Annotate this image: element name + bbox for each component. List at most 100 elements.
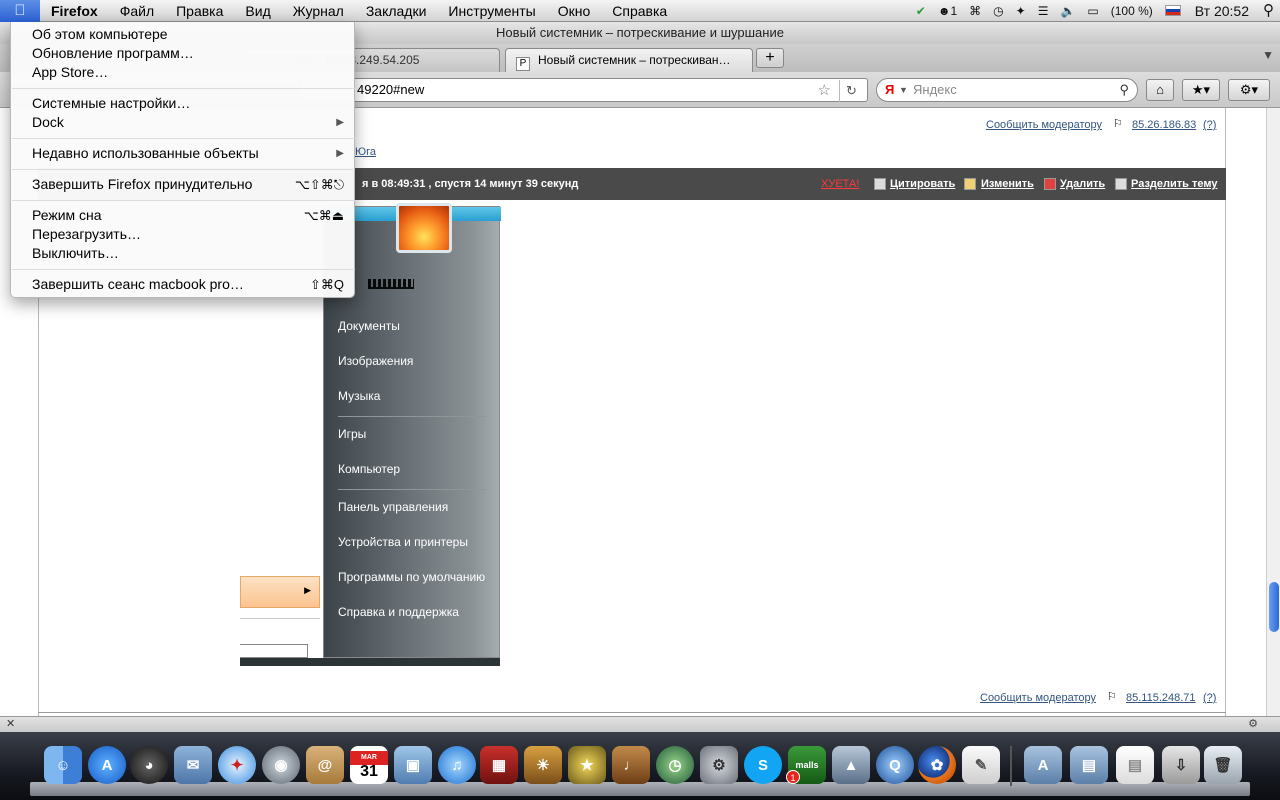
calendar-icon[interactable]: MAR 31 xyxy=(350,746,388,784)
ip-help-bottom[interactable]: (?) xyxy=(1203,692,1216,704)
home-button[interactable]: ⌂ xyxy=(1146,79,1174,101)
bookmark-star-icon[interactable]: ☆ xyxy=(818,80,831,102)
tab-list-icon[interactable]: ▼ xyxy=(1262,48,1274,62)
menu-separator xyxy=(12,88,355,89)
keyboard-icon[interactable]: ⌘ xyxy=(963,0,987,22)
close-status-icon[interactable]: ✕ xyxy=(6,717,15,731)
menu-item-recent[interactable]: Недавно использованные объекты ▶ xyxy=(11,144,356,163)
checkmark-icon[interactable]: ✔ xyxy=(910,0,932,22)
menu-separator xyxy=(12,269,355,270)
mail-stamp-icon[interactable]: ✉ xyxy=(174,746,212,784)
tab-favicon: P xyxy=(516,57,530,71)
search-icon[interactable]: ⚲ xyxy=(1119,79,1129,101)
search-bar[interactable]: Я ▼ Яндекс ⚲ xyxy=(876,78,1138,102)
split-topic-button[interactable]: Разделить тему xyxy=(1131,168,1217,200)
battery-icon[interactable]: ▭ xyxy=(1081,0,1104,22)
url-bar[interactable]: 49220#new ☆ ↻ xyxy=(300,78,868,102)
safari-icon[interactable]: ✦ xyxy=(218,746,256,784)
menu-history[interactable]: Журнал xyxy=(282,0,355,22)
menu-item-shutdown[interactable]: Выключить… xyxy=(11,244,356,263)
apple-menu-icon[interactable]:  xyxy=(0,0,40,22)
menu-file[interactable]: Файл xyxy=(109,0,165,22)
imovie-icon[interactable]: ★ xyxy=(568,746,606,784)
menu-item-sleep-label: Режим сна xyxy=(32,207,102,223)
trash-icon[interactable]: 🗑 xyxy=(1204,746,1242,784)
status-agent-icon[interactable]: ☻1 xyxy=(932,0,963,22)
post-divider xyxy=(38,712,1226,713)
iphoto-icon[interactable]: ☀ xyxy=(524,746,562,784)
battery-percent[interactable]: (100 %) xyxy=(1105,0,1159,22)
documents-folder-icon[interactable]: ▤ xyxy=(1070,746,1108,784)
applications-folder-icon[interactable]: A xyxy=(1024,746,1062,784)
new-tab-button[interactable]: + xyxy=(756,48,784,68)
vertical-scrollbar[interactable] xyxy=(1266,108,1280,716)
menu-item-about[interactable]: Об этом компьютере xyxy=(11,25,356,44)
preview-icon[interactable]: ▣ xyxy=(394,746,432,784)
menu-item-software-update[interactable]: Обновление программ… xyxy=(11,44,356,63)
downloads-stack-icon[interactable]: ⇩ xyxy=(1162,746,1200,784)
network-satellite-icon[interactable]: ▲ xyxy=(832,746,870,784)
bad-post-label[interactable]: ХУЕТА! xyxy=(821,168,859,200)
clock[interactable]: Вт 20:52 xyxy=(1187,0,1257,22)
menu-bookmarks[interactable]: Закладки xyxy=(355,0,438,22)
menu-item-dock[interactable]: Dock ▶ xyxy=(11,113,356,132)
reload-icon[interactable]: ↻ xyxy=(839,80,863,102)
textedit-icon[interactable]: ✎ xyxy=(962,746,1000,784)
menu-item-sleep[interactable]: Режим сна ⌥⌘⏏ xyxy=(11,206,356,225)
front-row-icon[interactable]: ▦ xyxy=(480,746,518,784)
finder-icon[interactable]: ☺ xyxy=(44,746,82,784)
report-moderator-link-top[interactable]: Сообщить модератору xyxy=(986,119,1102,131)
bookmarks-button[interactable]: ★▾ xyxy=(1182,79,1220,101)
start-menu-separator xyxy=(240,618,320,619)
yandex-icon[interactable]: Я xyxy=(885,79,894,101)
search-dropdown-icon[interactable]: ▼ xyxy=(899,79,908,101)
menu-item-restart[interactable]: Перезагрузить… xyxy=(11,225,356,244)
tab-label: Новый системник – потрескиван… xyxy=(538,53,731,67)
address-book-icon[interactable]: @ xyxy=(306,746,344,784)
addon-bar-icon[interactable]: ⚙ xyxy=(1248,717,1258,731)
system-preferences-icon[interactable]: ⚙ xyxy=(700,746,738,784)
menu-help[interactable]: Справка xyxy=(601,0,678,22)
skype-icon[interactable]: S xyxy=(744,746,782,784)
volume-icon[interactable]: 🔈 xyxy=(1054,0,1081,22)
ip-address-bottom[interactable]: 85.115.248.71 xyxy=(1126,692,1196,704)
garageband-icon[interactable]: ♩ xyxy=(612,746,650,784)
menu-item-logout[interactable]: Завершить сеанс macbook pro… ⇧⌘Q xyxy=(11,275,356,294)
wifi-icon[interactable]: ☰ xyxy=(1032,0,1055,22)
report-moderator-link-bottom[interactable]: Сообщить модератору xyxy=(980,692,1096,704)
menu-item-app-store[interactable]: App Store… xyxy=(11,63,356,82)
breadcrumb-link[interactable]: Юга xyxy=(355,146,376,158)
menu-item-force-quit[interactable]: Завершить Firefox принудительно ⌥⇧⌘⎋ xyxy=(11,175,356,194)
ip-address-top[interactable]: 85.26.186.83 xyxy=(1132,119,1196,131)
tab-active[interactable]: P Новый системник – потрескиван… xyxy=(505,48,753,72)
menu-edit[interactable]: Правка xyxy=(165,0,234,22)
menu-window[interactable]: Окно xyxy=(547,0,602,22)
spotlight-icon[interactable]: ⚲ xyxy=(1257,0,1280,22)
start-menu-divider xyxy=(338,416,486,417)
delete-button[interactable]: Удалить xyxy=(1060,168,1105,200)
app-store-icon[interactable]: A xyxy=(88,746,126,784)
menu-tools[interactable]: Инструменты xyxy=(437,0,546,22)
ip-help-top[interactable]: (?) xyxy=(1203,119,1216,131)
document-icon[interactable]: ▤ xyxy=(1116,746,1154,784)
time-machine-icon[interactable]: ◷ xyxy=(987,0,1009,22)
menu-item-system-prefs[interactable]: Системные настройки… xyxy=(11,94,356,113)
scrollbar-thumb[interactable] xyxy=(1269,582,1279,632)
russian-flag-icon[interactable] xyxy=(1159,0,1187,22)
bluetooth-icon[interactable]: ✦ xyxy=(1010,0,1032,22)
status-count: 1 xyxy=(950,4,958,18)
firefox-icon[interactable]: ✿ xyxy=(918,746,956,784)
dashboard-icon[interactable]: ◕ xyxy=(130,746,168,784)
start-item-documents: Документы xyxy=(338,319,400,333)
extension-button[interactable]: ⚙▾ xyxy=(1228,79,1270,101)
start-menu-bottom-bar xyxy=(240,658,500,666)
quote-button[interactable]: Цитировать xyxy=(890,168,955,200)
quicktime-icon[interactable]: Q xyxy=(876,746,914,784)
facetime-icon[interactable]: ◉ xyxy=(262,746,300,784)
menu-view[interactable]: Вид xyxy=(234,0,281,22)
time-machine-dock-icon[interactable]: ◷ xyxy=(656,746,694,784)
edit-button[interactable]: Изменить xyxy=(981,168,1034,200)
menu-app-firefox[interactable]: Firefox xyxy=(40,0,109,22)
quote-icon xyxy=(874,178,886,190)
itunes-icon[interactable]: ♫ xyxy=(438,746,476,784)
